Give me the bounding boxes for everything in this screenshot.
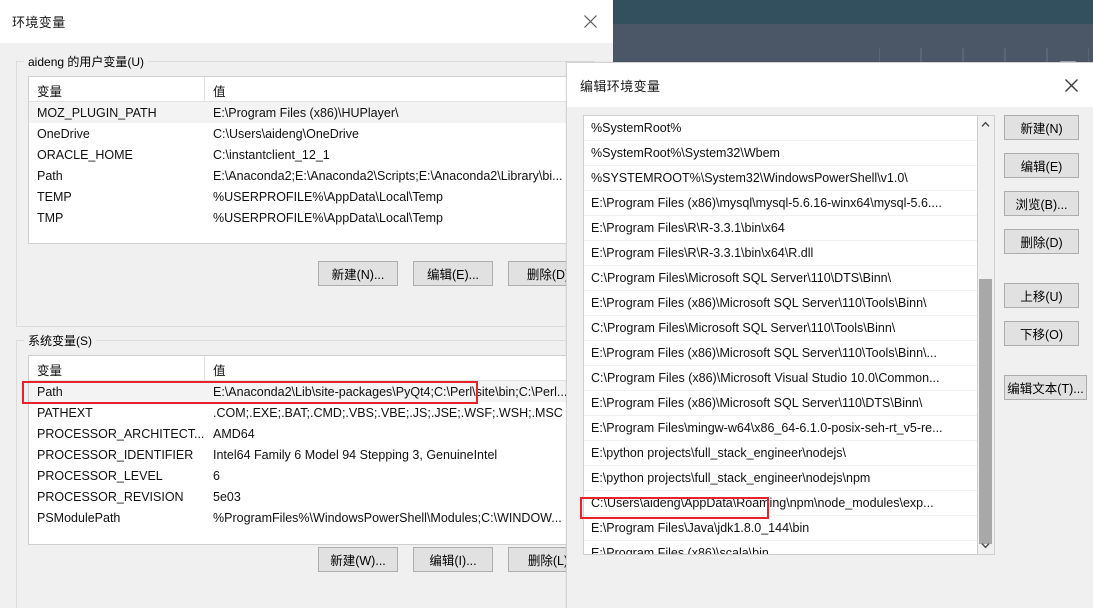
cell-variable: TEMP (37, 189, 72, 204)
edit-new-button[interactable]: 新建(N) (1004, 115, 1079, 140)
cell-variable: PATHEXT (37, 405, 93, 420)
scrollbar-thumb[interactable] (979, 279, 992, 544)
cell-value: %USERPROFILE%\AppData\Local\Temp (213, 210, 443, 225)
table-row[interactable]: Path E:\Anaconda2\Lib\site-packages\PyQt… (29, 381, 580, 402)
edit-dialog-title: 编辑环境变量 (580, 79, 661, 94)
scroll-down-arrow-icon[interactable] (978, 537, 993, 554)
list-item[interactable]: E:\Program Files (x86)\Microsoft SQL Ser… (584, 391, 977, 416)
cell-variable: PSModulePath (37, 510, 121, 525)
column-header-variable[interactable]: 变量 (29, 77, 205, 101)
table-row[interactable]: OneDrive C:\Users\aideng\OneDrive (29, 123, 580, 144)
cell-value: E:\Program Files (x86)\HUPlayer\ (213, 105, 399, 120)
list-item[interactable]: C:\Program Files\Microsoft SQL Server\11… (584, 316, 977, 341)
edit-dialog-body: %SystemRoot% %SystemRoot%\System32\Wbem … (567, 107, 1093, 608)
list-item[interactable]: C:\Program Files\Microsoft SQL Server\11… (584, 266, 977, 291)
system-variables-group: 系统变量(S) 变量 值 Path E:\Anaconda2\Lib\site-… (16, 332, 594, 608)
table-row[interactable]: MOZ_PLUGIN_PATH E:\Program Files (x86)\H… (29, 102, 580, 123)
table-row[interactable]: PROCESSOR_ARCHITECT... AMD64 (29, 423, 580, 444)
edit-edit-button[interactable]: 编辑(E) (1004, 153, 1079, 178)
list-item[interactable]: C:\Users\aideng\AppData\Roaming\npm\node… (584, 491, 977, 516)
cell-variable: TMP (37, 210, 64, 225)
cell-variable: PROCESSOR_IDENTIFIER (37, 447, 194, 462)
user-new-button[interactable]: 新建(N)... (318, 261, 398, 286)
cell-variable: MOZ_PLUGIN_PATH (37, 105, 157, 120)
list-item[interactable]: E:\Program Files (x86)\mysql\mysql-5.6.1… (584, 191, 977, 216)
background-title-band (612, 0, 1093, 24)
user-variables-table[interactable]: 变量 值 MOZ_PLUGIN_PATH E:\Program Files (x… (28, 76, 581, 244)
cell-variable: OneDrive (37, 126, 90, 141)
main-dialog-body: aideng 的用户变量(U) 变量 值 MOZ_PLUGIN_PATH E:\… (0, 43, 613, 608)
cell-value: 5e03 (213, 489, 241, 504)
listbox-vertical-scrollbar[interactable] (978, 115, 995, 555)
list-item[interactable]: C:\Program Files (x86)\Microsoft Visual … (584, 366, 977, 391)
table-row[interactable]: PROCESSOR_IDENTIFIER Intel64 Family 6 Mo… (29, 444, 580, 465)
user-variables-group-label: aideng 的用户变量(U) (24, 53, 149, 70)
list-item[interactable]: E:\python projects\full_stack_engineer\n… (584, 441, 977, 466)
cell-value: C:\Users\aideng\OneDrive (213, 126, 359, 141)
system-variables-group-label: 系统变量(S) (24, 332, 96, 349)
table-row[interactable]: TMP %USERPROFILE%\AppData\Local\Temp (29, 207, 580, 228)
list-item[interactable]: E:\Program Files (x86)\Microsoft SQL Ser… (584, 291, 977, 316)
user-variables-table-header: 变量 值 (29, 77, 580, 102)
table-row[interactable]: TEMP %USERPROFILE%\AppData\Local\Temp (29, 186, 580, 207)
path-entries-listbox[interactable]: %SystemRoot% %SystemRoot%\System32\Wbem … (583, 115, 978, 555)
edit-delete-button[interactable]: 删除(D) (1004, 229, 1079, 254)
cell-value: .COM;.EXE;.BAT;.CMD;.VBS;.VBE;.JS;.JSE;.… (213, 405, 563, 420)
list-item[interactable]: %SYSTEMROOT%\System32\WindowsPowerShell\… (584, 166, 977, 191)
cell-variable: PROCESSOR_REVISION (37, 489, 184, 504)
system-variables-table[interactable]: 变量 值 Path E:\Anaconda2\Lib\site-packages… (28, 355, 581, 545)
table-row[interactable]: ORACLE_HOME C:\instantclient_12_1 (29, 144, 580, 165)
edit-move-up-button[interactable]: 上移(U) (1004, 283, 1079, 308)
main-dialog-close-button[interactable] (567, 0, 613, 43)
cell-variable: Path (37, 384, 63, 399)
list-item[interactable]: %SystemRoot% (584, 116, 977, 141)
edit-dialog-titlebar: 编辑环境变量 (567, 63, 1093, 107)
system-variables-table-header: 变量 值 (29, 356, 580, 381)
table-row[interactable]: PROCESSOR_LEVEL 6 (29, 465, 580, 486)
list-item[interactable]: E:\Program Files (x86)\Microsoft SQL Ser… (584, 341, 977, 366)
cell-variable: ORACLE_HOME (37, 147, 133, 162)
user-edit-button[interactable]: 编辑(E)... (413, 261, 493, 286)
edit-move-down-button[interactable]: 下移(O) (1004, 321, 1079, 346)
list-item[interactable]: E:\python projects\full_stack_engineer\n… (584, 466, 977, 491)
cell-value: %USERPROFILE%\AppData\Local\Temp (213, 189, 443, 204)
cell-value: Intel64 Family 6 Model 94 Stepping 3, Ge… (213, 447, 498, 462)
cell-variable: PROCESSOR_LEVEL (37, 468, 163, 483)
user-variables-group: aideng 的用户变量(U) 变量 值 MOZ_PLUGIN_PATH E:\… (16, 53, 594, 327)
edit-environment-variable-dialog: 编辑环境变量 %SystemRoot% %SystemRoot%\System3… (566, 62, 1093, 608)
list-item[interactable]: E:\Program Files (x86)\scala\bin (584, 541, 977, 554)
column-header-variable[interactable]: 变量 (29, 356, 205, 380)
list-item[interactable]: E:\Program Files\R\R-3.3.1\bin\x64 (584, 216, 977, 241)
cell-value: %ProgramFiles%\WindowsPowerShell\Modules… (213, 510, 562, 525)
main-dialog-titlebar: 环境变量 (0, 0, 613, 43)
column-header-value[interactable]: 值 (205, 77, 580, 101)
scroll-up-arrow-icon[interactable] (978, 116, 993, 133)
table-row[interactable]: Path E:\Anaconda2;E:\Anaconda2\Scripts;E… (29, 165, 580, 186)
edit-dialog-close-button[interactable] (1048, 63, 1093, 107)
cell-value: C:\instantclient_12_1 (213, 147, 330, 162)
table-row[interactable]: PATHEXT .COM;.EXE;.BAT;.CMD;.VBS;.VBE;.J… (29, 402, 580, 423)
list-item[interactable]: E:\Program Files\R\R-3.3.1\bin\x64\R.dll (584, 241, 977, 266)
system-new-button[interactable]: 新建(W)... (318, 547, 398, 572)
cell-value: 6 (213, 468, 220, 483)
list-item[interactable]: %SystemRoot%\System32\Wbem (584, 141, 977, 166)
table-row[interactable]: PROCESSOR_REVISION 5e03 (29, 486, 580, 507)
table-row[interactable]: PSModulePath %ProgramFiles%\WindowsPower… (29, 507, 580, 528)
column-header-value[interactable]: 值 (205, 356, 580, 380)
cell-value: E:\Anaconda2\Lib\site-packages\PyQt4;C:\… (213, 384, 568, 399)
main-dialog-title: 环境变量 (12, 15, 66, 30)
cell-value: AMD64 (213, 426, 255, 441)
edit-text-button[interactable]: 编辑文本(T)... (1004, 375, 1087, 400)
list-item[interactable]: E:\Program Files\mingw-w64\x86_64-6.1.0-… (584, 416, 977, 441)
environment-variables-dialog: 环境变量 aideng 的用户变量(U) 变量 值 MOZ_PLUGIN_PAT… (0, 0, 613, 608)
cell-variable: Path (37, 168, 63, 183)
cell-variable: PROCESSOR_ARCHITECT... (37, 426, 205, 441)
list-item[interactable]: E:\Program Files\Java\jdk1.8.0_144\bin (584, 516, 977, 541)
edit-browse-button[interactable]: 浏览(B)... (1004, 191, 1079, 216)
system-edit-button[interactable]: 编辑(I)... (413, 547, 493, 572)
cell-value: E:\Anaconda2;E:\Anaconda2\Scripts;E:\Ana… (213, 168, 563, 183)
